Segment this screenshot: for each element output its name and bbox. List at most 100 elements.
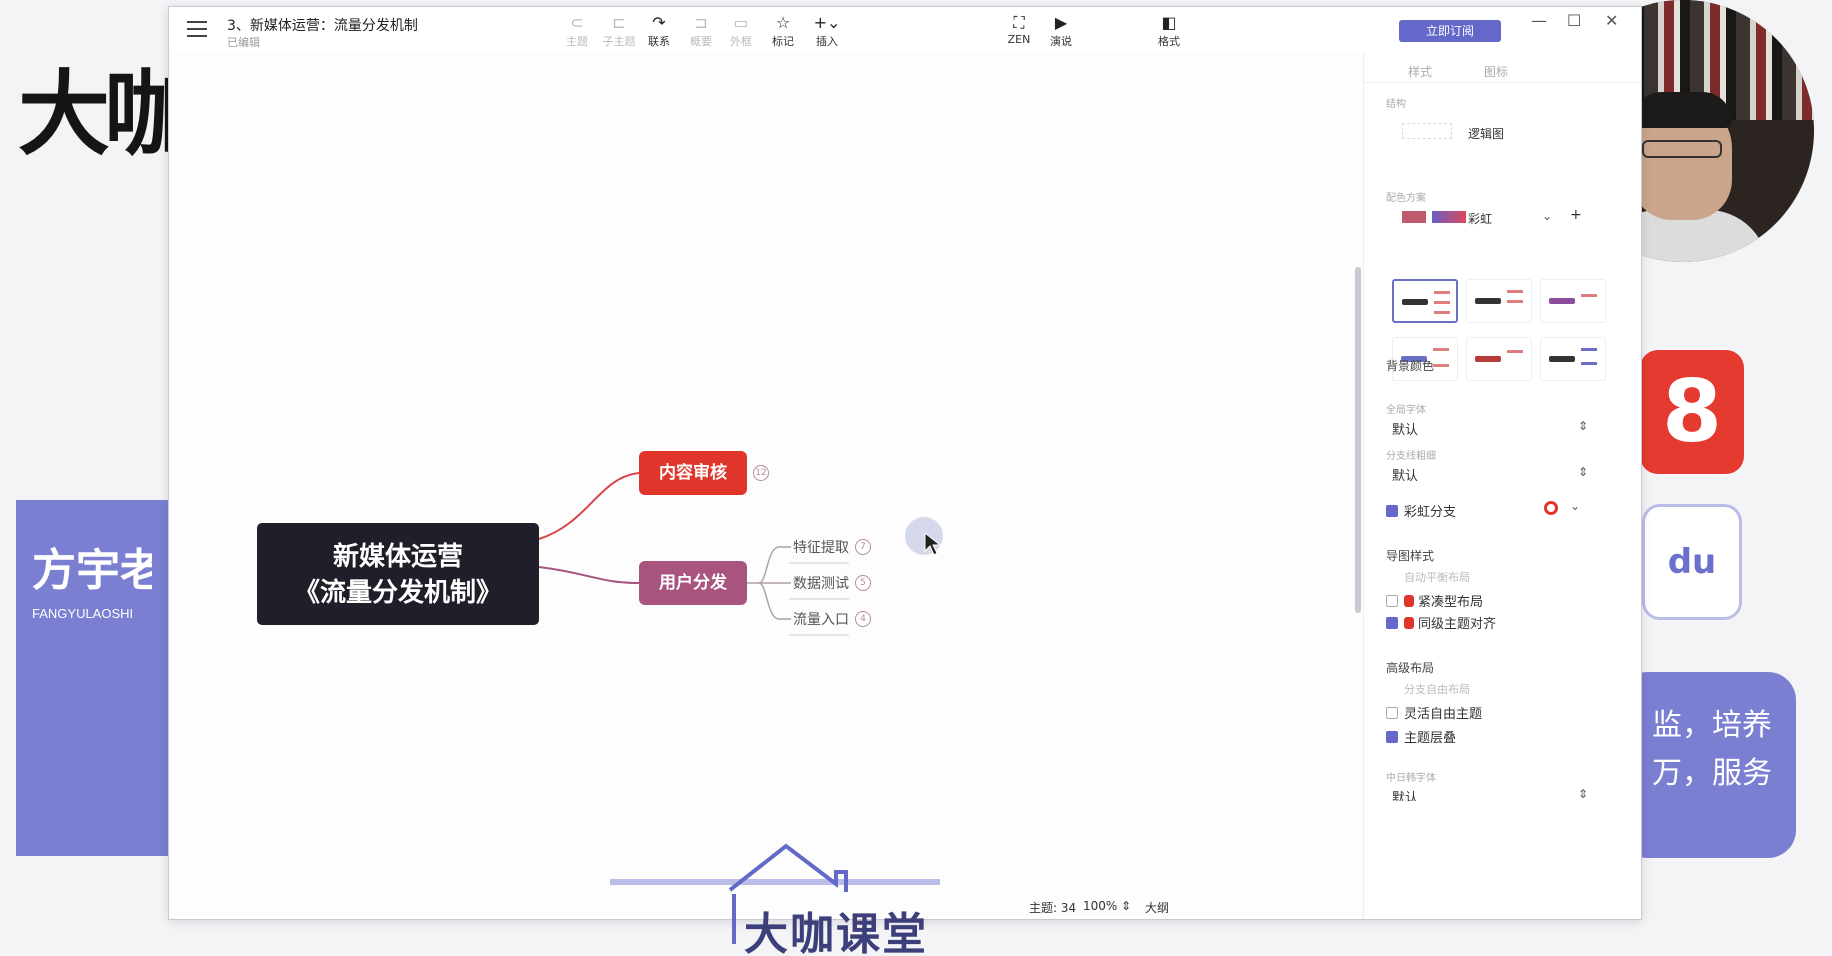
checkbox-checked-icon [1386,505,1398,517]
toolbar-marker-button[interactable]: ☆ 标记 [761,13,805,49]
theme-option[interactable] [1392,279,1458,323]
relation-icon: ↷ [652,13,666,32]
document-status: 已编辑 [227,36,260,49]
cjk-font-select[interactable]: 默认 ⇕ [1392,787,1588,801]
toolbar-summary-button[interactable]: ⊐ 概要 [679,13,723,49]
presenter-name: 方宇老 [32,545,152,596]
pro-badge-icon [1404,617,1414,629]
bg-right-card: 监，培养 万，服务 [1620,672,1796,858]
branch-thickness-select[interactable]: 默认 ⇕ [1392,465,1588,485]
stepper-icon: ⇕ [1577,419,1588,433]
toolbar-present-label: 演说 [1050,35,1072,48]
align-siblings-label: 同级主题对齐 [1418,617,1497,632]
brand-logo: 大咖课堂 [610,832,940,956]
add-scheme-icon[interactable]: + [1570,207,1582,223]
bg-right-line-2: 万，服务 [1652,756,1772,791]
structure-title: 结构 [1386,99,1406,110]
hamburger-menu-icon[interactable] [187,21,207,37]
presenter-pinyin: FANGYULAOSHI [32,606,134,621]
rainbow-color-icon[interactable] [1544,501,1558,515]
root-topic-line-2: 《流量分发机制》 [293,578,502,608]
collapse-badge-sub-3[interactable]: 4 [855,611,871,627]
theme-option[interactable] [1540,279,1606,323]
collapse-badge-sub-1[interactable]: 7 [855,539,871,555]
minimize-icon[interactable]: — [1531,11,1547,30]
toolbar-zen-label: ZEN [1007,33,1031,46]
subtopic-traffic-entry[interactable]: 流量入口 [793,609,849,629]
stepper-icon: ⇕ [1577,787,1588,801]
topic-count: 主题: 34 [1029,901,1077,915]
toolbar-present-button[interactable]: ▶ 演说 [1039,13,1083,49]
baidu-logo-icon: du [1642,504,1742,620]
zoom-stepper-icon[interactable]: ⇕ [1121,899,1131,913]
play-icon: ▶ [1054,13,1068,32]
toolbar-zen-button[interactable]: ⛶ ZEN [997,13,1041,46]
structure-value[interactable]: 逻辑图 [1468,125,1504,142]
tab-icon[interactable]: 图标 [1484,63,1508,80]
mindmap-canvas[interactable]: 新媒体运营 《流量分发机制》 内容审核 12 用户分发 特征提取 7 数据测试 … [169,53,1363,919]
zoom-level[interactable]: 100% [1083,899,1117,913]
compact-layout-checkbox[interactable]: 紧凑型布局 [1386,591,1483,610]
subscribe-button[interactable]: 立即订阅 [1399,20,1501,42]
structure-preview-icon[interactable] [1402,123,1452,139]
cjk-font-title: 中日韩字体 [1386,773,1436,784]
panel-tabs: 样式 图标 [1364,53,1641,83]
color-scheme-value[interactable]: 彩虹 [1468,210,1492,227]
boundary-icon: ▭ [733,13,749,32]
bg-big-text: 大咖 [18,61,196,168]
free-branch-option[interactable]: 分支自由布局 [1404,681,1470,697]
color-scheme-title: 配色方案 [1386,193,1426,204]
close-icon[interactable]: ✕ [1605,11,1618,30]
fullscreen-icon: ⛶ [1013,13,1025,32]
toolbar-format-label: 格式 [1158,35,1180,48]
root-topic[interactable]: 新媒体运营 《流量分发机制》 [257,523,539,625]
theme-option[interactable] [1540,337,1606,381]
global-font-title: 全局字体 [1386,405,1426,416]
chevron-down-icon[interactable]: ⌄ [1570,499,1580,513]
cjk-font-value: 默认 [1392,791,1419,801]
toolbar-topic-button[interactable]: ⊂ 主题 [555,13,599,49]
rainbow-branch-checkbox[interactable]: 彩虹分支 [1386,501,1456,520]
presenter-hair [1632,92,1732,128]
toolbar-subtopic-label: 子主题 [602,35,636,48]
rainbow-branch-label: 彩虹分支 [1404,505,1457,520]
outline-button[interactable]: 大纲 [1145,899,1169,916]
panel-scrollbar[interactable] [1355,267,1361,613]
chevron-down-icon[interactable]: ⌄ [1542,209,1552,223]
baidu-logo-text: du [1667,542,1717,582]
global-font-select[interactable]: 默认 ⇕ [1392,419,1588,439]
topic-content-review[interactable]: 内容审核 [639,451,747,495]
format-panel: 样式 图标 结构 逻辑图 配色方案 彩虹 ⌄ + 背景颜色 全局字体 默认 ⇕ 分… [1363,53,1641,919]
color-swatch-2 [1432,211,1466,223]
line-sub-1 [747,546,791,584]
presenter-card: 方宇老 FANGYULAOSHI [16,500,168,856]
line-sub-3 [758,582,791,620]
collapse-badge-sub-2[interactable]: 5 [855,575,871,591]
theme-option[interactable] [1466,337,1532,381]
topic-icon: ⊂ [570,13,584,32]
toolbar-format-button[interactable]: ◧ 格式 [1147,13,1191,49]
toolbar-insert-button[interactable]: +⌄ 插入 [805,13,849,49]
align-siblings-checkbox[interactable]: 同级主题对齐 [1386,613,1496,632]
topic-user-distribution[interactable]: 用户分发 [639,561,747,605]
bg-color-title: 背景颜色 [1386,359,1435,373]
toolbar-boundary-button[interactable]: ▭ 外框 [719,13,763,49]
subtopic-feature-extraction[interactable]: 特征提取 [793,537,849,557]
compact-layout-label: 紧凑型布局 [1418,595,1484,610]
topic-overlap-checkbox[interactable]: 主题层叠 [1386,727,1456,746]
toolbar-subtopic-button[interactable]: ⊏ 子主题 [597,13,641,49]
collapse-badge-content[interactable]: 12 [753,465,769,481]
flexible-topic-label: 灵活自由主题 [1404,707,1483,722]
checkbox-icon [1386,707,1398,719]
subtopic-data-test[interactable]: 数据测试 [793,573,849,593]
presenter-glasses [1642,140,1722,158]
flexible-topic-checkbox[interactable]: 灵活自由主题 [1386,703,1482,722]
maximize-icon[interactable]: ☐ [1567,11,1581,30]
toolbar-summary-label: 概要 [690,35,712,48]
tab-style[interactable]: 样式 [1408,63,1432,80]
auto-balance-option[interactable]: 自动平衡布局 [1404,569,1470,585]
toolbar-relation-button[interactable]: ↷ 联系 [637,13,681,49]
global-font-value: 默认 [1392,423,1419,438]
toolbar-boundary-label: 外框 [730,35,752,48]
theme-option[interactable] [1466,279,1532,323]
